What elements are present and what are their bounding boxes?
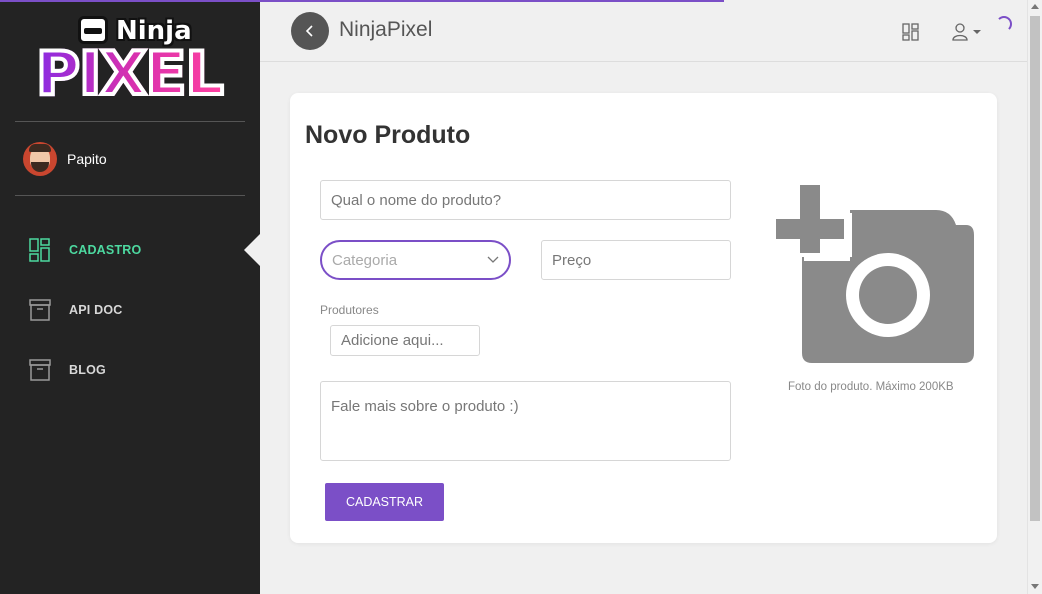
description-textarea[interactable]: Fale mais sobre o produto :) (320, 381, 731, 461)
select-placeholder: Categoria (332, 251, 398, 269)
user-name: Papito (67, 151, 107, 167)
user-menu-button[interactable] (952, 22, 984, 42)
sidebar-item-blog[interactable]: BLOG (0, 340, 260, 400)
chevron-left-icon (305, 25, 313, 37)
submit-button[interactable]: CADASTRAR (325, 483, 444, 521)
user-icon (952, 23, 968, 41)
input-placeholder: Preço (552, 251, 592, 269)
product-form-card: Novo Produto Qual o nome do produto? Cat… (290, 93, 997, 543)
back-button[interactable] (291, 12, 329, 50)
sidebar: Ninja PIXEL Papito CADASTRO API DOC BLOG (0, 0, 260, 594)
loading-spinner-icon (996, 16, 1012, 32)
sidebar-item-cadastro[interactable]: CADASTRO (0, 220, 260, 280)
sidebar-nav: CADASTRO API DOC BLOG (0, 220, 260, 400)
avatar (23, 142, 57, 176)
chevron-down-icon (487, 256, 499, 263)
sidebar-item-label: CADASTRO (69, 243, 142, 257)
logo-text-pixel: PIXEL (34, 39, 226, 109)
active-indicator (244, 234, 260, 266)
producers-label: Produtores (320, 303, 379, 317)
sidebar-divider (15, 121, 245, 122)
top-header: NinjaPixel (260, 0, 1027, 62)
loading-progress-bar (0, 0, 724, 2)
ninja-pixel-logo: Ninja PIXEL (30, 12, 230, 112)
photo-hint: Foto do produto. Máximo 200KB (788, 381, 954, 393)
product-name-input[interactable]: Qual o nome do produto? (320, 180, 731, 220)
scrollbar-thumb[interactable] (1030, 16, 1040, 521)
sidebar-item-label: BLOG (69, 363, 106, 377)
price-input[interactable]: Preço (541, 240, 731, 280)
sidebar-item-label: API DOC (69, 303, 123, 317)
input-placeholder: Qual o nome do produto? (331, 191, 502, 209)
scroll-down-icon[interactable] (1031, 584, 1039, 589)
input-placeholder: Adicione aqui... (341, 332, 444, 349)
form-title: Novo Produto (305, 121, 471, 149)
dashboard-icon (29, 238, 50, 262)
user-profile[interactable]: Papito (23, 142, 107, 176)
sidebar-item-api-doc[interactable]: API DOC (0, 280, 260, 340)
category-select[interactable]: Categoria (320, 240, 511, 280)
archive-box-icon (29, 299, 51, 321)
input-placeholder: Fale mais sobre o produto :) (331, 398, 519, 415)
dashboard-icon[interactable] (902, 23, 920, 41)
archive-box-icon (29, 359, 51, 381)
page-title: NinjaPixel (339, 18, 433, 41)
sidebar-divider (15, 195, 245, 196)
add-photo-icon[interactable] (776, 185, 976, 365)
caret-down-icon (973, 30, 981, 34)
scroll-up-icon[interactable] (1031, 4, 1039, 9)
scrollbar[interactable] (1027, 0, 1042, 594)
producers-tag-input[interactable]: Adicione aqui... (330, 325, 480, 356)
